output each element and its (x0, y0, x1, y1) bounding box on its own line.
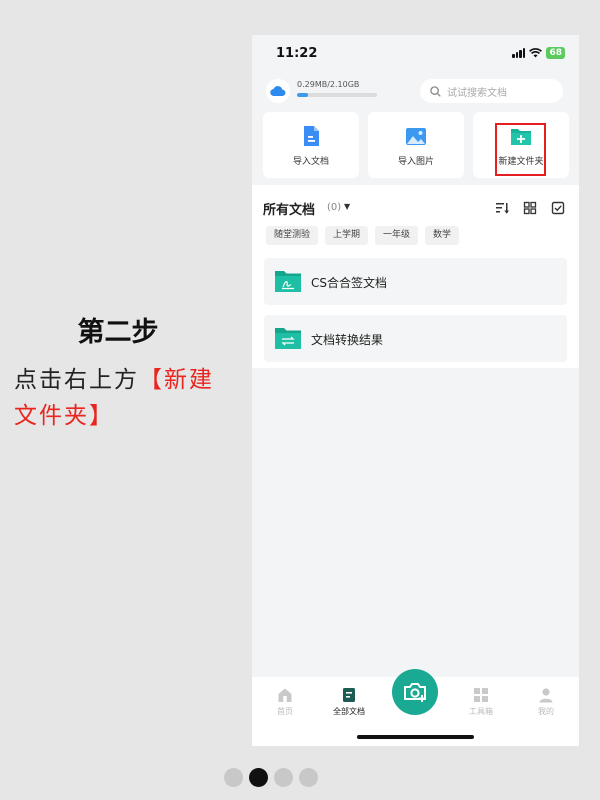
select-icon[interactable] (551, 201, 565, 215)
caret-down-icon[interactable]: ▼ (344, 202, 350, 211)
step-title: 第二步 (77, 317, 159, 348)
tag-chip[interactable]: 随堂测验 (266, 226, 319, 245)
home-icon (278, 688, 292, 702)
instruction-text: 点击右上方【新建文件夹】 (14, 362, 236, 434)
instruction-plain: 点击右上方 (14, 367, 139, 393)
user-icon (539, 688, 553, 703)
convert-folder-icon (275, 328, 301, 349)
tag-chip[interactable]: 数学 (425, 226, 460, 245)
home-indicator (357, 735, 474, 739)
docs-count: (0) (327, 202, 342, 213)
tag-chip[interactable]: 上学期 (325, 226, 369, 245)
cloud-icon (266, 79, 290, 103)
wifi-icon (529, 48, 543, 58)
camera-icon (404, 683, 426, 702)
grid-view-icon[interactable] (523, 201, 537, 215)
pagination-dot-active[interactable] (249, 768, 268, 787)
tutorial-panel: 第二步 点击右上方【新建文件夹】 (0, 0, 250, 800)
signature-folder-icon (275, 271, 301, 292)
sort-icon[interactable] (495, 201, 509, 215)
status-bar: 11:22 68 (252, 35, 579, 75)
tab-me[interactable]: 我的 (521, 687, 571, 717)
tab-all-documents[interactable]: 全部文档 (324, 687, 374, 717)
search-input[interactable]: 试试搜索文档 (420, 79, 563, 103)
import-image-label: 导入图片 (397, 157, 434, 167)
tab-label: 我的 (538, 707, 554, 716)
import-document-button[interactable]: 导入文档 (263, 112, 359, 178)
folder-name: CS合合签文档 (311, 276, 387, 290)
tab-toolbox[interactable]: 工具箱 (456, 687, 506, 717)
tab-label: 全部文档 (333, 707, 365, 716)
signal-icon (512, 48, 526, 58)
pagination-dot[interactable] (299, 768, 318, 787)
tab-label: 工具箱 (469, 707, 493, 716)
tab-home[interactable]: 首页 (260, 687, 310, 717)
storage-text: 0.29MB/2.10GB (297, 80, 360, 89)
tag-chip[interactable]: 一年级 (375, 226, 419, 245)
camera-button[interactable] (392, 669, 438, 715)
storage-progress-fill (297, 93, 309, 97)
documents-panel: 所有文档 (0) ▼ 随堂测验 上学期 一年级 数学 CS合合签文档 文档转换结… (252, 185, 579, 368)
pagination-dot[interactable] (224, 768, 243, 787)
pagination-dot[interactable] (274, 768, 293, 787)
status-time: 11:22 (276, 46, 318, 61)
battery-indicator: 68 (546, 47, 565, 59)
highlight-box (495, 123, 546, 176)
folder-item-conversion[interactable]: 文档转换结果 (264, 315, 567, 362)
search-icon (430, 85, 441, 97)
grid-icon (474, 688, 488, 702)
import-document-label: 导入文档 (292, 157, 329, 167)
storage-progress-bar (297, 93, 377, 97)
search-placeholder: 试试搜索文档 (447, 87, 507, 99)
phone-screen: 11:22 68 0.29MB/2.10GB 试试搜索文档 导入文档 导入图片 … (252, 35, 579, 746)
carousel-pagination (224, 768, 318, 787)
status-icons: 68 (512, 47, 565, 59)
tab-label: 首页 (277, 707, 293, 716)
docs-title: 所有文档 (263, 203, 316, 218)
folder-name: 文档转换结果 (311, 333, 384, 347)
import-doc-icon (304, 126, 319, 146)
folder-item-cs-signature[interactable]: CS合合签文档 (264, 258, 567, 305)
import-image-button[interactable]: 导入图片 (368, 112, 464, 178)
tag-list: 随堂测验 上学期 一年级 数学 (266, 226, 460, 245)
import-image-icon (406, 128, 426, 145)
document-icon (343, 688, 355, 702)
